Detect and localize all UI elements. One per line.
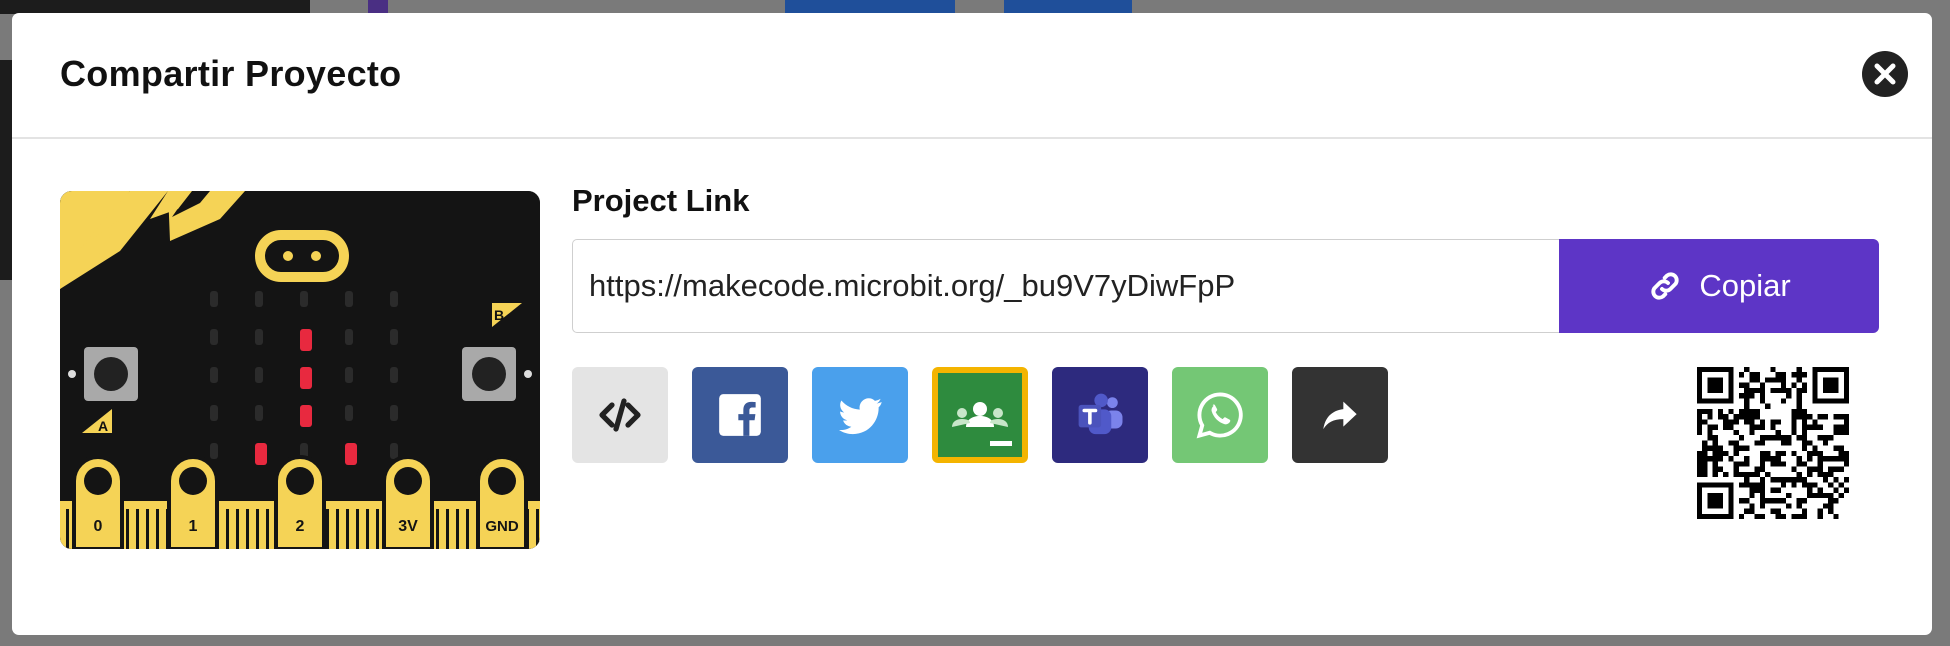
close-button[interactable] [1862,51,1908,97]
led-off [390,367,398,383]
led-on [300,329,312,351]
background-editor-sidebar [0,60,12,280]
led-off [255,329,263,345]
led-on [255,443,267,465]
edge-stripe [236,509,239,549]
led-on [300,367,312,389]
edge-stripe [456,509,459,549]
edge-stripe [366,509,369,549]
led-off [300,291,308,307]
whatsapp-icon [1196,392,1243,439]
led-off [210,443,218,459]
edge-stripe [226,509,229,549]
more-share-button[interactable] [1292,367,1388,463]
led-off [210,329,218,345]
edge-stripe [256,509,259,549]
background-editor-strip [785,0,955,14]
led-off [390,443,398,459]
share-project-dialog: Compartir Proyecto A B 0 1 2 3V GND Proj… [12,13,1932,635]
led-off [345,329,353,345]
edge-stripe [146,509,149,549]
background-editor-strip [368,0,388,14]
edge-stripe [356,509,359,549]
led-off [345,367,353,383]
led-off [255,367,263,383]
edge-stripe [246,509,249,549]
svg-text:B: B [494,307,504,323]
pin-3v: 3V [382,455,434,549]
edge-stripe [266,509,269,549]
embed-code-icon [599,398,641,432]
share-buttons-row [572,367,1388,463]
project-link-label: Project Link [572,183,750,218]
edge-stripe [126,509,129,549]
edge-stripe [436,509,439,549]
qr-code-image [1697,367,1849,519]
pin-label: 3V [398,518,418,535]
led-off [390,329,398,345]
dialog-title: Compartir Proyecto [60,53,402,94]
pin-label: 0 [94,518,103,535]
facebook-share-button[interactable] [692,367,788,463]
led-off [210,405,218,421]
led-on [300,405,312,427]
pin-label: 2 [296,518,305,535]
pin-1: 1 [167,455,219,549]
edge-stripe [536,509,539,549]
svg-text:A: A [98,418,108,434]
edge-stripe [66,509,69,549]
edge-stripe [376,509,379,549]
edge-stripe [336,509,339,549]
share-icon [1323,401,1357,430]
whatsapp-share-button[interactable] [1172,367,1268,463]
copy-link-button[interactable]: Copiar [1559,239,1879,333]
copy-button-label: Copiar [1699,268,1791,303]
project-thumbnail: A B 0 1 2 3V GND [60,191,540,549]
background-editor-strip [0,0,310,14]
twitter-icon [838,398,882,435]
pin-gnd: GND [476,455,528,549]
edge-stripe [346,509,349,549]
google-classroom-icon [938,373,1022,457]
led-off [255,405,263,421]
led-off [345,291,353,307]
edge-stripe [136,509,139,549]
edge-stripe [156,509,159,549]
led-off [390,405,398,421]
led-off [390,291,398,307]
edge-stripe [466,509,469,549]
led-on [345,443,357,465]
edge-stripe [446,509,449,549]
pin-label: GND [485,518,519,535]
close-icon [1874,63,1896,85]
facebook-icon [719,394,761,436]
project-link-input[interactable] [572,239,1560,333]
pin-0: 0 [72,455,124,549]
led-off [255,291,263,307]
led-off [210,367,218,383]
microsoft-teams-share-button[interactable] [1052,367,1148,463]
dialog-header: Compartir Proyecto [12,13,1932,139]
twitter-share-button[interactable] [812,367,908,463]
link-icon [1651,272,1679,300]
pin-label: 1 [189,518,198,535]
google-classroom-share-button[interactable] [932,367,1028,463]
microbit-image: A B 0 1 2 3V GND [60,191,540,549]
led-off [345,405,353,421]
project-qr-code[interactable] [1697,367,1849,519]
pin-2: 2 [274,455,326,549]
led-off [210,291,218,307]
background-editor-strip [1004,0,1132,14]
microsoft-teams-icon [1078,393,1123,435]
edge-stripe [326,509,329,549]
embed-code-button[interactable] [572,367,668,463]
